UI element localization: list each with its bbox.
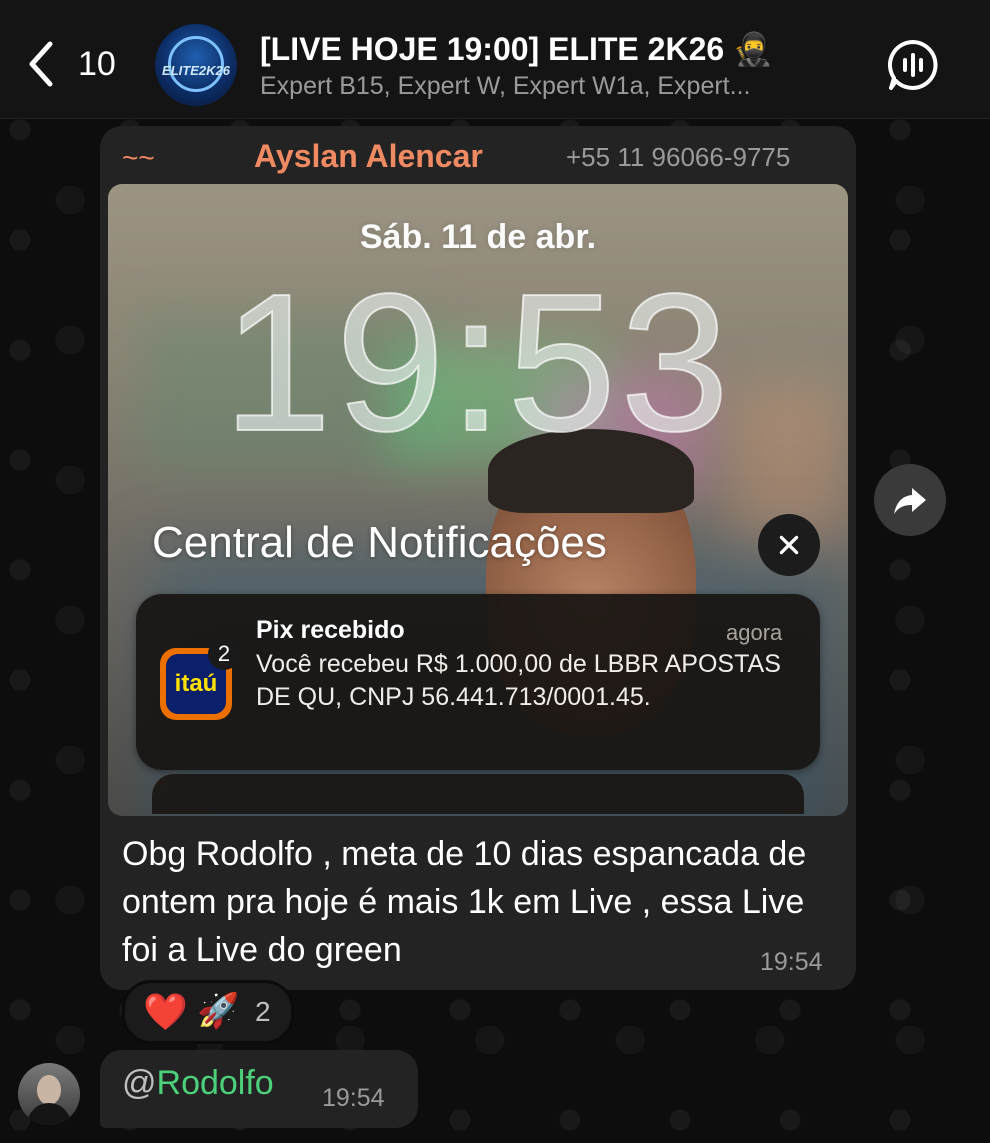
reply-time: 19:54 [322,1084,385,1112]
reply-message-bubble[interactable]: @Rodolfo 19:54 [100,1050,418,1128]
sender-phone[interactable]: +55 11 96066-9775 [566,142,790,173]
notification-title: Pix recebido [256,616,405,644]
message-photo[interactable]: Sáb. 11 de abr. 19:53 Central de Notific… [108,184,848,816]
forward-button[interactable] [874,464,946,536]
avatar-logo-text: ELITE2K26 [162,63,230,78]
stacked-notification [152,774,804,814]
message-text: Obg Rodolfo , meta de 10 dias espancada … [122,835,807,969]
group-avatar[interactable]: ELITE2K26 [155,24,237,106]
lockscreen-time: 19:53 [222,253,734,472]
mention-text: @Rodolfo [122,1064,274,1103]
avatar-face [37,1075,61,1105]
pix-notification-card: itaú 2 Pix recebido agora Você recebeu R… [136,594,820,770]
notification-body: Você recebeu R$ 1.000,00 de LBBR APOSTAS… [256,650,781,711]
notification-badge: 2 [208,638,240,670]
mention-link[interactable]: Rodolfo [157,1064,274,1102]
sender-name[interactable]: Ayslan Alencar [254,138,483,175]
reaction-count: 2 [255,996,271,1027]
group-title[interactable]: [LIVE HOJE 19:00] ELITE 2K26 🥷 [260,30,773,68]
notification-time: agora [726,620,783,645]
group-members[interactable]: Expert B15, Expert W, Expert W1a, Expert… [260,72,820,101]
back-button[interactable] [24,38,64,90]
chevron-left-icon [29,41,53,87]
close-icon [779,535,799,555]
forward-icon [894,488,926,514]
voice-chat-icon [888,39,938,90]
itau-logo-text: itaú [174,670,218,697]
message-time: 19:54 [760,948,823,976]
sender-avatar[interactable] [18,1063,80,1125]
notification-close-button [758,514,820,576]
notification-center-title: Central de Notificações [152,518,607,567]
reactions-pill[interactable]: ❤️ 🚀 2 [122,980,294,1044]
sender-tilde: ~~ [122,142,155,173]
chat-header: 10 ELITE2K26 [LIVE HOJE 19:00] ELITE 2K2… [0,0,990,119]
rocket-reaction-icon[interactable]: 🚀 [197,991,239,1031]
avatar-body [27,1103,71,1125]
message-bubble[interactable]: ~~ Ayslan Alencar +55 11 96066-9775 Sáb.… [100,126,856,990]
unread-count[interactable]: 10 [78,45,116,84]
heart-reaction-icon[interactable]: ❤️ [143,991,188,1033]
voice-chat-button[interactable] [886,38,940,92]
mention-at: @ [122,1064,157,1102]
lockscreen-date: Sáb. 11 de abr. [359,218,597,256]
